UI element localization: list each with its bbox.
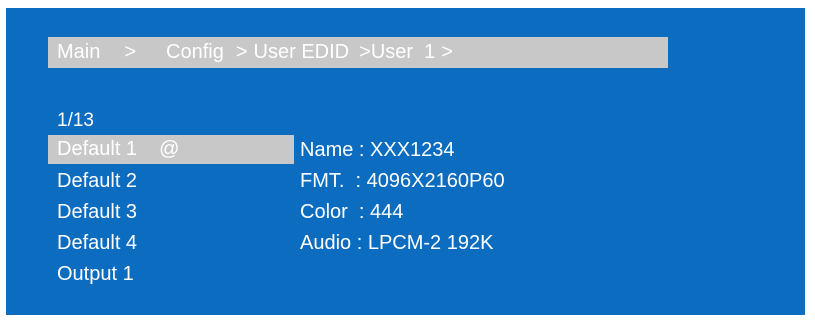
detail-label: FMT. — [300, 170, 345, 192]
breadcrumb-item-user-edid[interactable]: User EDID — [254, 41, 350, 64]
menu-item-label: Default 4 — [57, 232, 138, 254]
menu-item-output-1[interactable]: Output 1 — [48, 259, 294, 290]
detail-row-audio: Audio : LPCM-2 192K — [300, 232, 494, 254]
detail-row-color: Color : 444 — [300, 201, 404, 223]
detail-value: 444 — [370, 201, 404, 223]
breadcrumb-separator: > — [235, 41, 248, 63]
detail-value: XXX1234 — [370, 139, 455, 161]
breadcrumb-item-config[interactable]: Config — [166, 41, 224, 64]
breadcrumb-item-user-1[interactable]: User 1 — [371, 41, 435, 64]
detail-value: 4096X2160P60 — [366, 170, 505, 192]
breadcrumb-separator: > — [359, 41, 371, 63]
edid-details: Name : XXX1234 FMT. : 4096X2160P60 Color… — [300, 135, 505, 259]
detail-label: Name — [300, 139, 354, 161]
menu-item-default-1[interactable]: Default 1 @ — [48, 135, 294, 164]
breadcrumb-separator: > — [124, 41, 137, 63]
menu-item-label: Default 3 — [57, 201, 138, 223]
page-counter: 1/13 — [57, 110, 94, 131]
breadcrumb-separator: > — [441, 41, 453, 63]
osd-screen: Main > Config > User EDID > User 1 > 1/1… — [6, 8, 805, 315]
menu-item-label: Default 2 — [57, 170, 138, 192]
menu-item-default-3[interactable]: Default 3 — [48, 197, 294, 228]
detail-row-name: Name : XXX1234 — [300, 139, 455, 161]
detail-label: Color — [300, 201, 348, 223]
menu-item-label: Default 1 — [57, 138, 138, 160]
menu-item-default-4[interactable]: Default 4 — [48, 228, 294, 259]
menu-item-label: Output 1 — [57, 263, 134, 285]
breadcrumb-item-main[interactable]: Main — [57, 41, 100, 64]
detail-value: LPCM-2 192K — [367, 232, 494, 254]
detail-row-format: FMT. : 4096X2160P60 — [300, 170, 505, 192]
selection-marker: @ — [159, 138, 180, 160]
breadcrumb: Main > Config > User EDID > User 1 > — [48, 37, 668, 68]
detail-label: Audio — [300, 232, 352, 254]
menu-item-default-2[interactable]: Default 2 — [48, 166, 294, 197]
edid-menu-list: Default 1 @ Default 2 Default 3 Default 4… — [48, 135, 294, 290]
